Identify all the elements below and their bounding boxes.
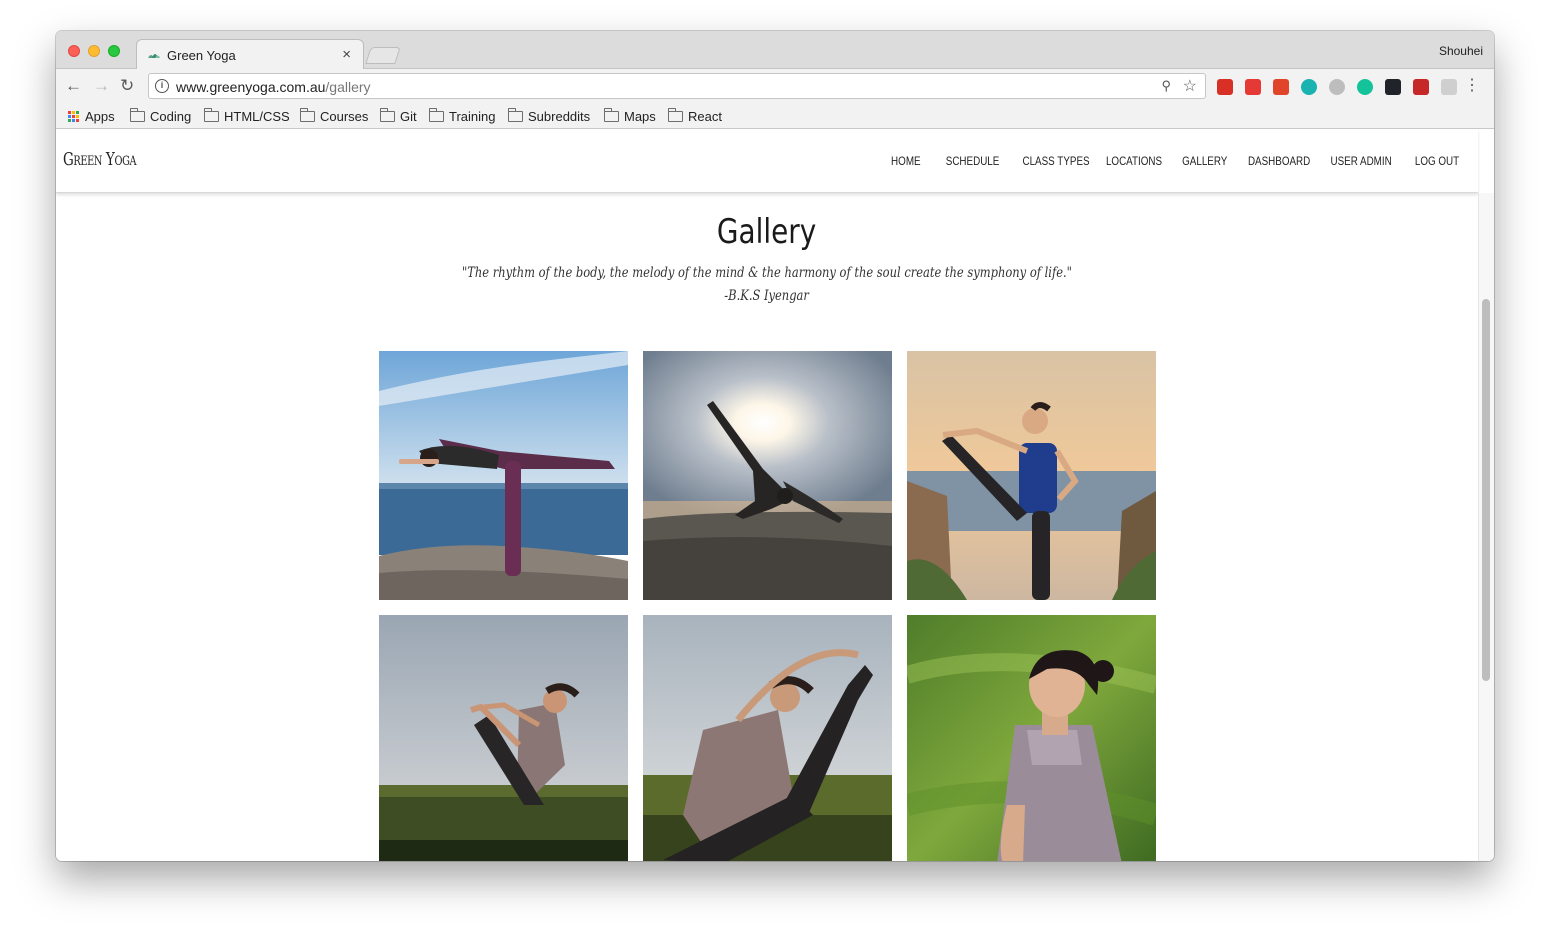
react-devtools-icon[interactable] [1385, 79, 1401, 95]
gallery-photo-1[interactable] [379, 351, 628, 600]
forward-arrow-icon[interactable]: → [93, 77, 110, 95]
bookmark-apps[interactable]: Apps [68, 109, 115, 124]
nav-home[interactable]: Home [891, 154, 921, 168]
yoga-boat-pose-image [379, 615, 628, 861]
gallery-photo-6[interactable] [907, 615, 1156, 861]
yoga-seated-stretch-image [643, 615, 892, 861]
key-icon[interactable]: ⚲ [1161, 78, 1171, 94]
bookmark-label: Maps [624, 109, 656, 124]
yoga-portrait-image [907, 615, 1156, 861]
nav-class-types[interactable]: Class Types [1022, 154, 1089, 168]
bookmark-label: HTML/CSS [224, 109, 290, 124]
nav-log-out[interactable]: Log Out [1415, 154, 1459, 168]
bookmark-label: Training [449, 109, 496, 124]
video-extension-icon[interactable] [1217, 79, 1233, 95]
tab-green-yoga[interactable]: Green Yoga × [136, 39, 364, 70]
page-viewport: Green Yoga Home Schedule Class Types Loc… [56, 129, 1494, 861]
bookmark-label: Git [400, 109, 417, 124]
bookmark-courses[interactable]: Courses [300, 108, 369, 124]
bookmark-react[interactable]: React [668, 108, 722, 124]
site-nav-links: Home Schedule Class Types Locations Gall… [882, 154, 1464, 168]
bookmark-maps[interactable]: Maps [604, 108, 656, 124]
folder-icon [204, 108, 219, 122]
tab-title: Green Yoga [167, 48, 236, 63]
apps-grid-icon [68, 111, 79, 122]
address-bar[interactable]: i www.greenyoga.com.au/gallery ⚲ ☆ [148, 73, 1206, 99]
bookmark-git[interactable]: Git [380, 108, 417, 124]
bookmark-label: Courses [320, 109, 369, 124]
folder-icon [668, 108, 683, 122]
close-window-button[interactable] [68, 45, 80, 57]
yoga-standing-stretch-image [907, 351, 1156, 600]
grammarly-icon[interactable] [1357, 79, 1373, 95]
gallery-photo-2[interactable] [643, 351, 892, 600]
m-extension-icon[interactable] [1301, 79, 1317, 95]
folder-icon [429, 108, 444, 122]
quote-author: -B.K.S Iyengar [56, 288, 1478, 304]
info-icon[interactable]: i [155, 79, 169, 93]
page-scrollbar[interactable] [1478, 193, 1494, 861]
nav-locations[interactable]: Locations [1106, 154, 1162, 168]
gallery-photo-3[interactable] [907, 351, 1156, 600]
page-title-text: Gallery [717, 212, 817, 252]
cors-extension-icon[interactable] [1413, 79, 1429, 95]
folder-icon [508, 108, 523, 122]
bookmark-label: React [688, 109, 722, 124]
reload-icon[interactable]: ↻ [120, 77, 134, 95]
lotus-favicon-icon [148, 54, 160, 58]
quote-text: "The rhythm of the body, the melody of t… [461, 265, 1073, 281]
back-arrow-icon[interactable]: ← [65, 77, 82, 95]
cloud-extension-icon[interactable] [1441, 79, 1457, 95]
bookmarks-bar: Apps Coding HTML/CSS Courses Git Trainin… [56, 105, 1494, 129]
new-tab-button[interactable] [365, 47, 401, 64]
scrollbar-thumb[interactable] [1482, 299, 1490, 681]
yoga-warrior-pose-image [379, 351, 628, 600]
gallery-photo-5[interactable] [643, 615, 892, 861]
url-text[interactable]: www.greenyoga.com.au/gallery [176, 79, 371, 95]
bookmark-extension-icon[interactable] [1273, 79, 1289, 95]
quote-author-text: -B.K.S Iyengar [724, 288, 810, 304]
folder-icon [300, 108, 315, 122]
opera-icon[interactable] [1245, 79, 1261, 95]
folder-icon [130, 108, 145, 122]
bookmark-apps-label: Apps [85, 109, 115, 124]
zoom-window-button[interactable] [108, 45, 120, 57]
bookmark-html-css[interactable]: HTML/CSS [204, 108, 290, 124]
profile-name[interactable]: Shouhei [1439, 44, 1483, 58]
bookmark-training[interactable]: Training [429, 108, 496, 124]
quote: "The rhythm of the body, the melody of t… [56, 265, 1478, 281]
bookmark-star-icon[interactable]: ☆ [1183, 76, 1197, 96]
browser-window: Green Yoga × Shouhei ← → ↻ i www.greenyo… [56, 31, 1494, 861]
minimize-window-button[interactable] [88, 45, 100, 57]
nav-user-admin[interactable]: User Admin [1330, 154, 1391, 168]
gallery-photo-4[interactable] [379, 615, 628, 861]
url-path: /gallery [325, 79, 371, 95]
folder-icon [604, 108, 619, 122]
bookmark-subreddits[interactable]: Subreddits [508, 108, 591, 124]
circle-extension-icon[interactable] [1329, 79, 1345, 95]
page-title: Gallery [56, 212, 1478, 252]
browser-toolbar: ← → ↻ i www.greenyoga.com.au/gallery ⚲ ☆… [56, 69, 1494, 105]
site-navbar: Green Yoga Home Schedule Class Types Loc… [56, 129, 1478, 193]
bookmark-label: Coding [150, 109, 192, 124]
yoga-downward-dog-image [643, 351, 892, 600]
nav-dashboard[interactable]: Dashboard [1248, 154, 1310, 168]
tab-strip: Green Yoga × Shouhei [56, 31, 1494, 70]
nav-schedule[interactable]: Schedule [946, 154, 1000, 168]
bookmark-label: Subreddits [528, 109, 591, 124]
folder-icon [380, 108, 395, 122]
close-tab-icon[interactable]: × [342, 46, 351, 63]
url-host: www.greenyoga.com.au [176, 79, 326, 95]
nav-gallery[interactable]: Gallery [1182, 154, 1227, 168]
site-logo[interactable]: Green Yoga [63, 149, 137, 170]
menu-dots-icon[interactable]: ⋮ [1464, 77, 1480, 95]
bookmark-coding[interactable]: Coding [130, 108, 192, 124]
